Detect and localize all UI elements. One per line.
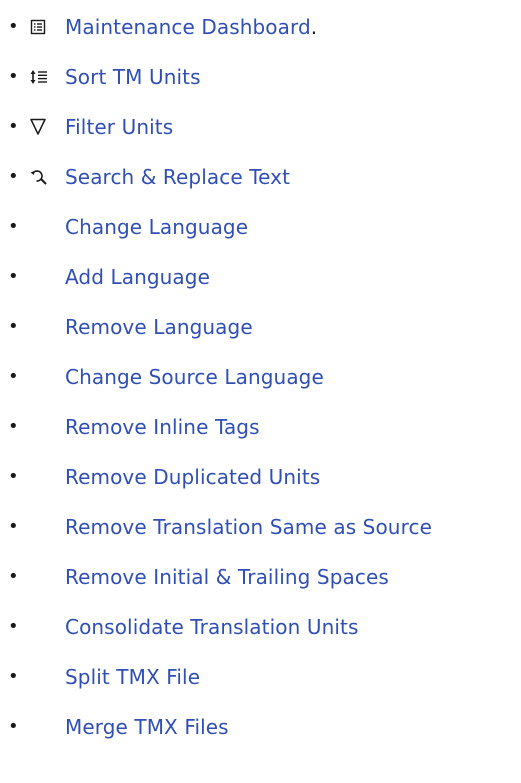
bullet: • [8,316,19,337]
split-tmx-file-link[interactable]: Split TMX File [65,662,200,692]
sort-tm-units-link[interactable]: Sort TM Units [65,62,201,92]
filter-icon [30,112,60,142]
remove-translation-same-as-source-link[interactable]: Remove Translation Same as Source [65,512,432,542]
bullet: • [8,16,19,37]
dashboard-icon [30,12,60,42]
bullet: • [8,716,19,737]
bullet: • [8,616,19,637]
change-language-link[interactable]: Change Language [65,212,248,242]
remove-inline-tags-link[interactable]: Remove Inline Tags [65,412,260,442]
maintenance-dashboard-link[interactable]: Maintenance Dashboard. [65,12,317,42]
search-replace-icon [30,162,60,192]
filter-units-link[interactable]: Filter Units [65,112,173,142]
remove-initial-trailing-spaces-link[interactable]: Remove Initial & Trailing Spaces [65,562,389,592]
maintenance-dashboard-label: Maintenance Dashboard [65,15,311,39]
bullet: • [8,166,19,187]
bullet: • [8,266,19,287]
bullet: • [8,516,19,537]
bullet: • [8,416,19,437]
bullet: • [8,216,19,237]
bullet: • [8,666,19,687]
bullet: • [8,116,19,137]
bullet: • [8,566,19,587]
remove-duplicated-units-link[interactable]: Remove Duplicated Units [65,462,320,492]
add-language-link[interactable]: Add Language [65,262,210,292]
bullet: • [8,66,19,87]
search-replace-link[interactable]: Search & Replace Text [65,162,290,192]
merge-tmx-files-link[interactable]: Merge TMX Files [65,712,229,742]
remove-language-link[interactable]: Remove Language [65,312,253,342]
bullet: • [8,366,19,387]
trailing-period: . [310,15,318,39]
change-source-language-link[interactable]: Change Source Language [65,362,324,392]
sort-icon [30,62,60,92]
consolidate-translation-units-link[interactable]: Consolidate Translation Units [65,612,358,642]
bullet: • [8,466,19,487]
